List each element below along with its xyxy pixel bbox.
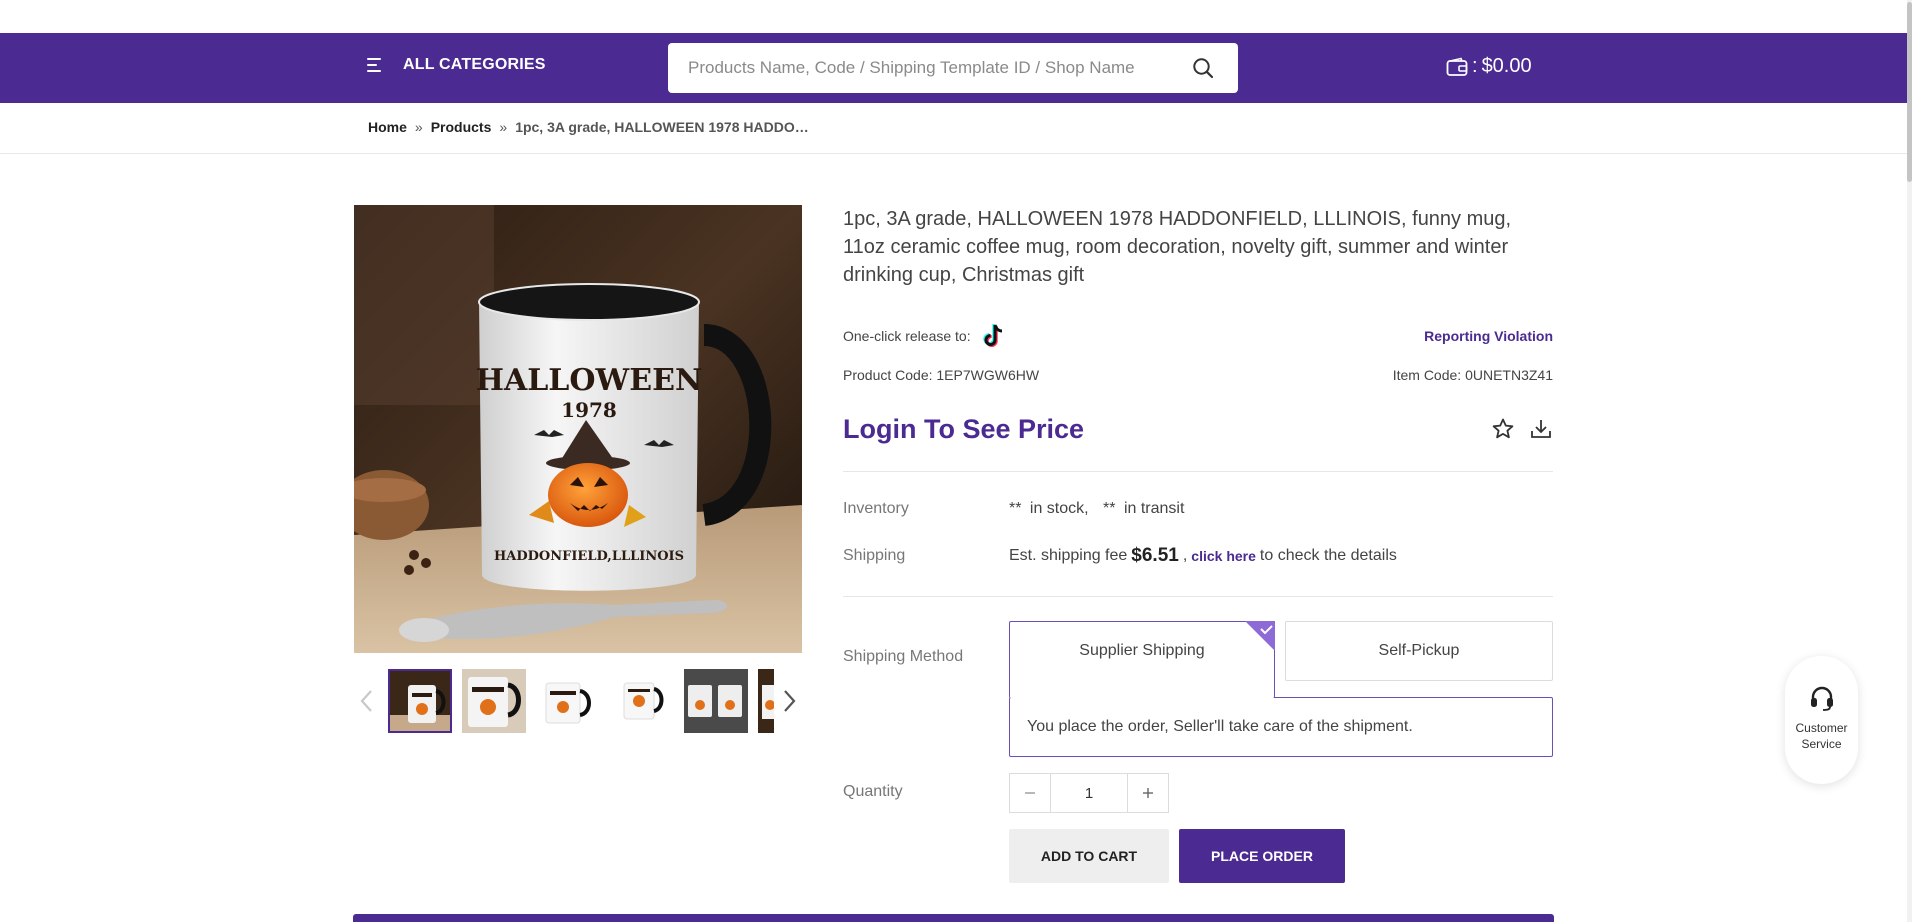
minus-icon — [1025, 792, 1035, 794]
release-label: One-click release to: — [843, 328, 971, 344]
tiktok-icon[interactable] — [981, 323, 1005, 349]
thumbnail-item[interactable] — [610, 669, 674, 733]
quantity-input[interactable]: 1 — [1050, 774, 1128, 812]
item-code-value: 0UNETN3Z41 — [1465, 367, 1553, 383]
breadcrumb-separator-icon: » — [414, 119, 423, 135]
product-code-label: Product Code: — [843, 367, 933, 383]
all-categories-label: ALL CATEGORIES — [403, 56, 546, 73]
shipping-option-label: Self-Pickup — [1378, 642, 1460, 659]
shipping-suffix: to check the details — [1259, 547, 1397, 564]
thumbnail-item[interactable] — [388, 669, 452, 733]
wallet-balance[interactable]: : $0.00 — [1446, 55, 1532, 78]
shipping-option-self-pickup[interactable]: Self-Pickup — [1285, 621, 1553, 681]
star-icon[interactable] — [1491, 417, 1515, 441]
shipping-comma: , — [1182, 547, 1188, 564]
item-code: Item Code: 0UNETN3Z41 — [1393, 367, 1553, 383]
divider — [843, 596, 1553, 597]
shipping-method-description: You place the order, Seller'll take care… — [1009, 697, 1553, 757]
customer-service-label: Customer Service — [1795, 721, 1848, 751]
item-code-label: Item Code: — [1392, 367, 1462, 383]
download-icon[interactable] — [1529, 417, 1553, 441]
menu-icon — [367, 55, 387, 75]
breadcrumb-products[interactable]: Products — [431, 119, 492, 135]
search-box — [668, 43, 1238, 93]
headset-icon — [1810, 686, 1833, 711]
product-page: ALL CATEGORIES : $0.00 — [0, 0, 1912, 922]
codes-row: Product Code: 1EP7WGW6HW Item Code: 0UNE… — [843, 367, 1553, 383]
shipping-label: Shipping — [843, 547, 906, 564]
thumbnail-list — [388, 669, 774, 733]
breadcrumb-current: 1pc, 3A grade, HALLOWEEN 1978 HADDON... — [515, 119, 816, 135]
product-details: 1pc, 3A grade, HALLOWEEN 1978 HADDONFIEL… — [843, 205, 1553, 883]
wallet-separator: : — [1472, 55, 1478, 77]
search-icon — [1193, 58, 1214, 79]
price-actions — [1491, 417, 1553, 441]
customer-service-button[interactable]: Customer Service — [1785, 656, 1858, 784]
svg-text:HALLOWEEN: HALLOWEEN — [476, 363, 703, 398]
breadcrumb-home[interactable]: Home — [368, 119, 407, 135]
stock-text: in stock, — [1029, 500, 1089, 517]
thumbnail-prev-button[interactable] — [354, 685, 378, 717]
shipping-fee: $6.51 — [1131, 545, 1179, 566]
transit-value: ** — [1103, 500, 1116, 517]
plus-icon — [1143, 788, 1153, 798]
release-group: One-click release to: — [843, 323, 1005, 349]
page-scrollbar[interactable] — [1907, 0, 1912, 922]
stock-value: ** — [1009, 500, 1022, 517]
shipping-method-label: Shipping Method — [843, 648, 964, 665]
svg-text:HADDONFIELD,LLLINOIS: HADDONFIELD,LLLINOIS — [494, 549, 684, 564]
inventory-value: ** in stock, ** in transit — [1009, 500, 1188, 518]
search-button[interactable] — [1168, 44, 1238, 92]
breadcrumb-separator-icon: » — [499, 119, 508, 135]
release-row: One-click release to: Reporting Violatio… — [843, 323, 1553, 349]
product-title: 1pc, 3A grade, HALLOWEEN 1978 HADDONFIEL… — [843, 208, 1512, 286]
quantity-increase-button[interactable] — [1128, 774, 1168, 812]
breadcrumb-bar: Home » Products » 1pc, 3A grade, HALLOWE… — [0, 103, 1907, 154]
thumbnail-item[interactable] — [758, 669, 774, 733]
thumbnail-item[interactable] — [684, 669, 748, 733]
quantity-stepper: 1 — [1009, 773, 1169, 813]
product-code: Product Code: 1EP7WGW6HW — [843, 367, 1039, 383]
breadcrumb: Home » Products » 1pc, 3A grade, HALLOWE… — [368, 119, 815, 135]
quantity-label: Quantity — [843, 783, 903, 800]
place-order-button[interactable]: PLACE ORDER — [1179, 829, 1345, 883]
purchase-actions: ADD TO CART PLACE ORDER — [1009, 829, 1345, 883]
product-code-value: 1EP7WGW6HW — [936, 367, 1040, 383]
shipping-option-label: Supplier Shipping — [1079, 642, 1205, 659]
thumbnail-next-button[interactable] — [778, 685, 802, 717]
search-input[interactable] — [668, 44, 1168, 92]
reporting-violation-link[interactable]: Reporting Violation — [1424, 328, 1553, 344]
inventory-row: Inventory ** in stock, ** in transit — [843, 500, 1553, 518]
check-icon — [1245, 621, 1275, 651]
shipping-prefix: Est. shipping fee — [1009, 547, 1128, 564]
quantity-decrease-button[interactable] — [1010, 774, 1050, 812]
top-nav-bar: ALL CATEGORIES : $0.00 — [0, 33, 1907, 103]
section-tab-bar — [353, 914, 1554, 922]
price-row: Login To See Price — [843, 405, 1553, 453]
login-to-see-price-link[interactable]: Login To See Price — [843, 414, 1084, 445]
add-to-cart-button[interactable]: ADD TO CART — [1009, 829, 1169, 883]
chevron-right-icon — [784, 690, 796, 712]
wallet-icon — [1446, 57, 1468, 77]
shipping-option-supplier[interactable]: Supplier Shipping — [1009, 621, 1275, 698]
chevron-left-icon — [360, 690, 372, 712]
all-categories-menu[interactable]: ALL CATEGORIES — [367, 55, 546, 75]
thumbnail-item[interactable] — [462, 669, 526, 733]
product-main-image[interactable]: HALLOWEEN 1978 HADDONFIELD,LLLINOIS — [354, 205, 802, 653]
transit-text: in transit — [1123, 500, 1185, 517]
thumbnail-item[interactable] — [536, 669, 600, 733]
svg-text:1978: 1978 — [561, 398, 617, 422]
scrollbar-thumb[interactable] — [1907, 2, 1912, 182]
wallet-amount: $0.00 — [1481, 55, 1532, 77]
shipping-details-link[interactable]: click here — [1191, 548, 1256, 564]
inventory-label: Inventory — [843, 500, 909, 517]
divider — [843, 471, 1553, 472]
shipping-row: Shipping Est. shipping fee $6.51 , click… — [843, 545, 1553, 567]
thumbnail-carousel — [354, 669, 802, 735]
